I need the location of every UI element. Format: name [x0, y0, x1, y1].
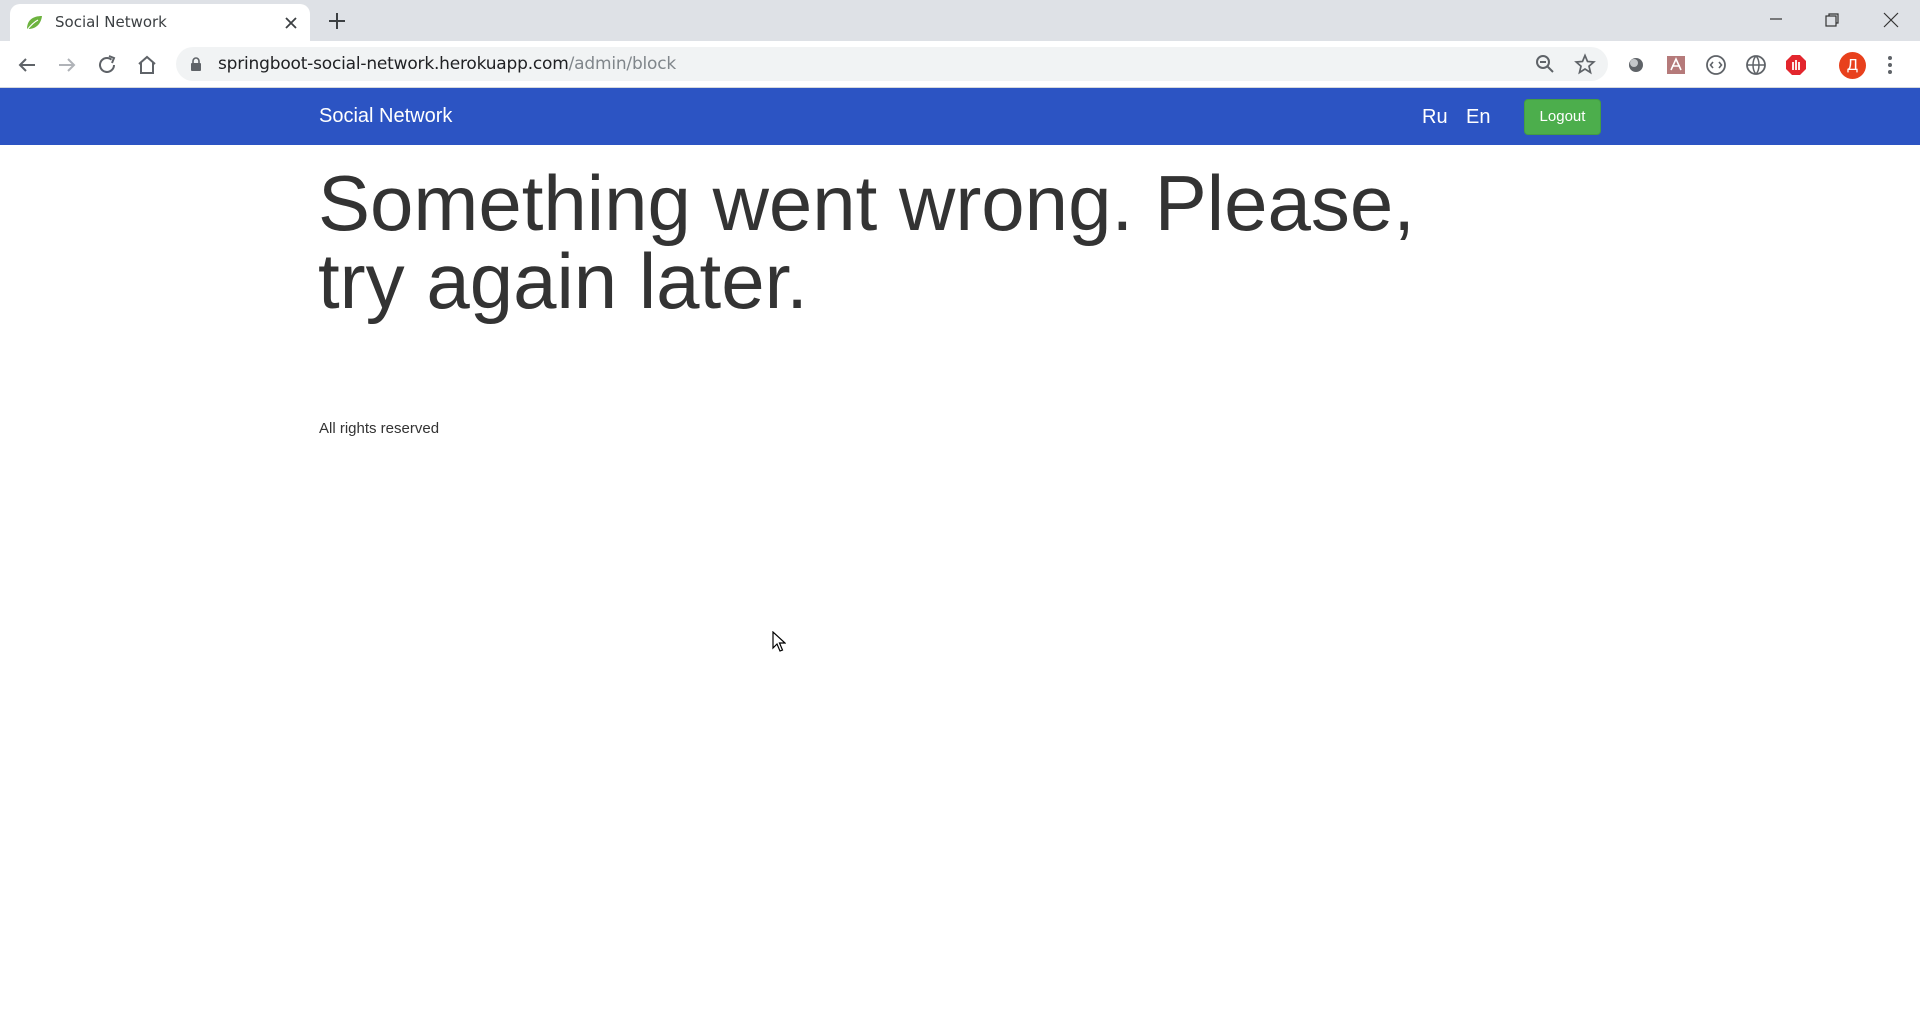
minimize-button[interactable] — [1749, 0, 1805, 41]
mouse-cursor-icon — [772, 631, 786, 652]
close-icon — [1883, 12, 1899, 28]
browser-tab[interactable]: Social Network — [10, 4, 310, 41]
site-navbar: Social Network Ru En Logout — [0, 88, 1920, 145]
reload-icon[interactable] — [95, 53, 119, 77]
url-text[interactable]: springboot-social-network.herokuapp.com/… — [218, 54, 676, 74]
minimize-icon — [1770, 18, 1782, 20]
close-window-button[interactable] — [1864, 0, 1920, 41]
globe-extension-icon[interactable] — [1744, 53, 1768, 77]
site-brand-link[interactable]: Social Network — [319, 105, 452, 128]
lock-icon[interactable] — [190, 57, 202, 71]
footer-text: All rights reserved — [319, 420, 440, 437]
spring-leaf-icon — [26, 16, 42, 31]
error-message: Something went wrong. Please, try again … — [318, 159, 1415, 325]
tab-strip: Social Network — [0, 0, 1920, 41]
url-host: springboot-social-network.herokuapp.com — [218, 54, 569, 74]
pdf-extension-icon[interactable] — [1664, 53, 1688, 77]
home-icon[interactable] — [135, 53, 159, 77]
close-tab-icon[interactable] — [281, 13, 301, 33]
new-tab-icon[interactable] — [326, 10, 348, 32]
forward-arrow-icon[interactable] — [55, 53, 79, 77]
adblock-extension-icon[interactable] — [1784, 53, 1808, 77]
language-en-link[interactable]: En — [1466, 106, 1490, 129]
url-path: /admin/block — [568, 54, 677, 74]
restore-button[interactable] — [1805, 0, 1861, 41]
star-icon[interactable] — [1574, 53, 1596, 75]
language-ru-link[interactable]: Ru — [1422, 106, 1448, 129]
menu-dots-icon[interactable] — [1885, 53, 1895, 77]
code-extension-icon[interactable] — [1704, 53, 1728, 77]
address-bar[interactable]: springboot-social-network.herokuapp.com/… — [176, 47, 1608, 81]
extension-dark-circle-icon[interactable] — [1624, 53, 1648, 77]
zoom-icon[interactable] — [1534, 53, 1556, 75]
restore-icon — [1825, 13, 1839, 27]
logout-button[interactable]: Logout — [1524, 99, 1601, 135]
tab-title: Social Network — [55, 13, 167, 31]
profile-avatar[interactable]: Д — [1839, 52, 1866, 79]
back-arrow-icon[interactable] — [15, 53, 39, 77]
